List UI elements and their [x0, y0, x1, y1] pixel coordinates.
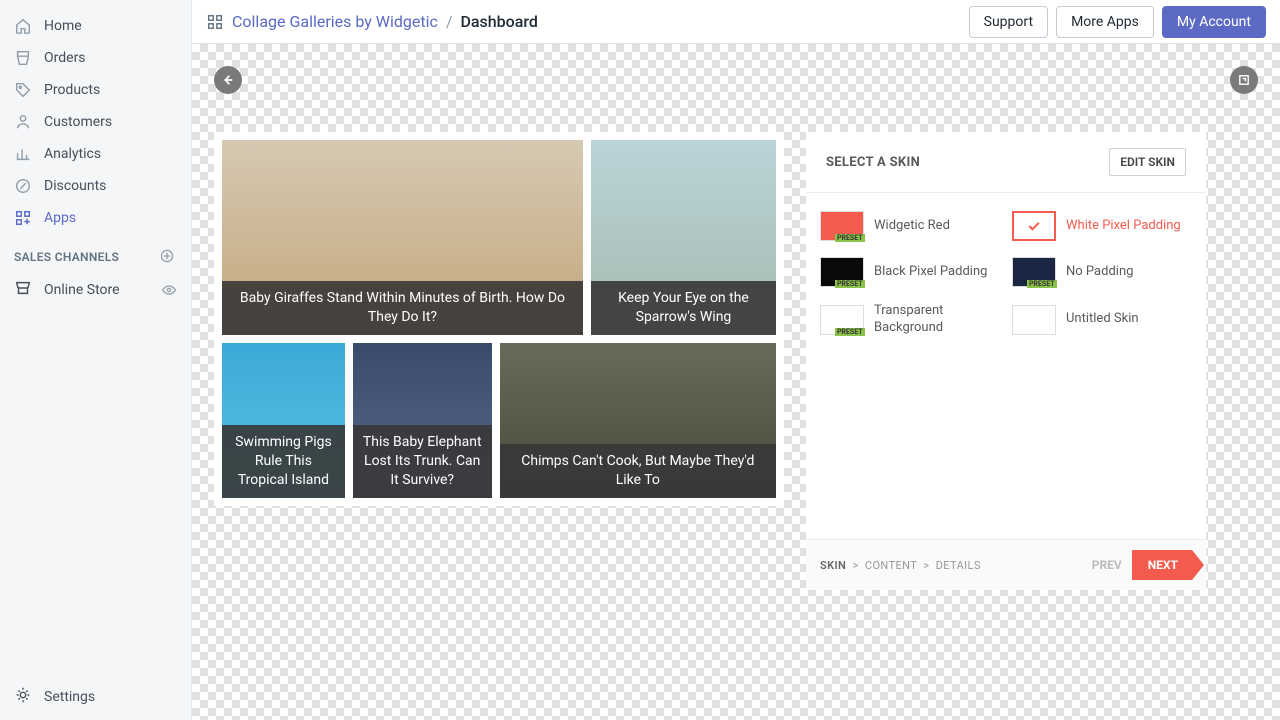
orders-icon — [14, 49, 32, 67]
wizard-steps: SKIN > CONTENT > DETAILS — [820, 559, 981, 572]
nav-customers[interactable]: Customers — [0, 106, 191, 138]
skin-label: White Pixel Padding — [1066, 218, 1181, 235]
main: Collage Galleries by Widgetic / Dashboar… — [192, 0, 1280, 720]
topbar: Collage Galleries by Widgetic / Dashboar… — [192, 0, 1280, 44]
nav-label: Customers — [44, 114, 112, 130]
breadcrumb: Collage Galleries by Widgetic / Dashboar… — [206, 12, 538, 31]
skin-swatch — [1012, 305, 1056, 335]
home-icon — [14, 17, 32, 35]
tile-caption: Baby Giraffes Stand Within Minutes of Bi… — [222, 281, 583, 335]
nav-label: Orders — [44, 50, 86, 66]
apps-icon — [206, 13, 224, 31]
nav-settings[interactable]: Settings — [0, 674, 191, 720]
skin-option-untitled-skin[interactable]: Untitled Skin — [1012, 303, 1192, 337]
skin-option-transparent-background[interactable]: PRESET Transparent Background — [820, 303, 1000, 337]
skin-swatch: PRESET — [820, 257, 864, 287]
tile-caption: Swimming Pigs Rule This Tropical Island — [222, 425, 345, 498]
skin-option-black-pixel-padding[interactable]: PRESET Black Pixel Padding — [820, 257, 1000, 287]
sidebar: Home Orders Products Customers Analytics… — [0, 0, 192, 720]
channel-label: Online Store — [44, 282, 120, 298]
skin-label: Transparent Background — [874, 303, 1000, 337]
support-button[interactable]: Support — [969, 6, 1048, 38]
gallery-tile[interactable]: This Baby Elephant Lost Its Trunk. Can I… — [353, 343, 492, 498]
nav-apps[interactable]: Apps — [0, 202, 191, 234]
gallery-preview: Baby Giraffes Stand Within Minutes of Bi… — [214, 132, 784, 506]
breadcrumb-app-link[interactable]: Collage Galleries by Widgetic — [232, 12, 438, 31]
my-account-button[interactable]: My Account — [1162, 6, 1266, 38]
store-icon — [14, 279, 32, 301]
skin-label: Black Pixel Padding — [874, 264, 987, 281]
channel-online-store[interactable]: Online Store — [0, 272, 191, 308]
tag-icon — [14, 81, 32, 99]
nav-home[interactable]: Home — [0, 10, 191, 42]
nav-orders[interactable]: Orders — [0, 42, 191, 74]
skin-swatch: PRESET — [820, 305, 864, 335]
settings-label: Settings — [44, 689, 95, 705]
gallery-tile[interactable]: Swimming Pigs Rule This Tropical Island — [222, 343, 345, 498]
tile-caption: Keep Your Eye on the Sparrow's Wing — [591, 281, 776, 335]
tile-caption: This Baby Elephant Lost Its Trunk. Can I… — [353, 425, 492, 498]
edit-skin-button[interactable]: EDIT SKIN — [1109, 148, 1186, 176]
gallery-tile[interactable]: Baby Giraffes Stand Within Minutes of Bi… — [222, 140, 583, 335]
discount-icon — [14, 177, 32, 195]
breadcrumb-current: Dashboard — [460, 12, 537, 31]
skin-option-white-pixel-padding[interactable]: White Pixel Padding — [1012, 211, 1192, 241]
skin-swatch-selected — [1012, 211, 1056, 241]
sales-channels-heading: SALES CHANNELS — [0, 234, 191, 272]
skin-label: Untitled Skin — [1066, 311, 1139, 328]
nav-label: Products — [44, 82, 100, 98]
breadcrumb-separator: / — [446, 12, 453, 31]
add-channel-icon[interactable] — [159, 248, 177, 266]
skin-option-widgetic-red[interactable]: PRESET Widgetic Red — [820, 211, 1000, 241]
apps-icon — [14, 209, 32, 227]
nav-label: Analytics — [44, 146, 101, 162]
nav-products[interactable]: Products — [0, 74, 191, 106]
gear-icon — [14, 686, 32, 708]
nav-label: Home — [44, 18, 82, 34]
skin-label: No Padding — [1066, 264, 1133, 281]
canvas: Baby Giraffes Stand Within Minutes of Bi… — [192, 44, 1280, 720]
skin-option-no-padding[interactable]: PRESET No Padding — [1012, 257, 1192, 287]
eye-icon[interactable] — [161, 282, 177, 298]
gallery-tile[interactable]: Chimps Can't Cook, But Maybe They'd Like… — [500, 343, 776, 498]
gallery-tile[interactable]: Keep Your Eye on the Sparrow's Wing — [591, 140, 776, 335]
back-button[interactable] — [214, 66, 242, 94]
nav-discounts[interactable]: Discounts — [0, 170, 191, 202]
skin-swatch: PRESET — [820, 211, 864, 241]
skin-panel: SELECT A SKIN EDIT SKIN PRESET Widgetic … — [806, 132, 1206, 590]
skin-swatch: PRESET — [1012, 257, 1056, 287]
next-button[interactable]: NEXT — [1132, 550, 1192, 580]
nav-label: Discounts — [44, 178, 106, 194]
prev-button: PREV — [1092, 558, 1122, 572]
nav-label: Apps — [44, 210, 76, 226]
resize-button[interactable] — [1230, 66, 1258, 94]
person-icon — [14, 113, 32, 131]
more-apps-button[interactable]: More Apps — [1056, 6, 1154, 38]
panel-title: SELECT A SKIN — [826, 155, 920, 170]
tile-caption: Chimps Can't Cook, But Maybe They'd Like… — [500, 444, 776, 498]
nav-analytics[interactable]: Analytics — [0, 138, 191, 170]
chart-icon — [14, 145, 32, 163]
skin-label: Widgetic Red — [874, 218, 950, 235]
